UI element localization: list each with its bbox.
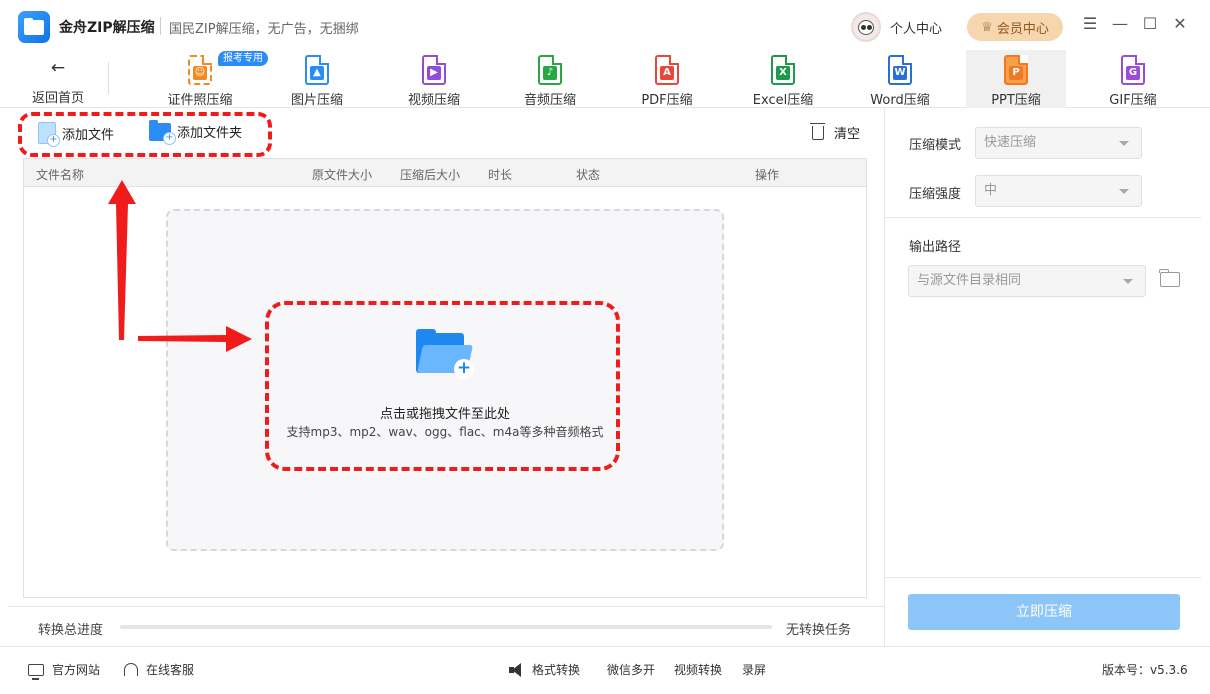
open-folder-icon[interactable] [1159, 269, 1180, 287]
chevron-down-icon [1123, 279, 1133, 284]
column-header: 操作 [755, 168, 780, 182]
tab-ppt-compress[interactable]: P PPT压缩 [966, 50, 1066, 108]
settings-divider [885, 577, 1201, 578]
vip-center-label: 会员中心 [996, 21, 1049, 37]
version-info: 版本号：v5.3.6 [1102, 661, 1188, 678]
column-header: 文件名称 [36, 168, 85, 182]
column-header: 状态 [576, 168, 601, 182]
column-header: 时长 [488, 168, 513, 182]
official-website-link[interactable]: 官方网站 [28, 661, 101, 680]
official-website-label: 官方网站 [52, 663, 101, 677]
clear-button[interactable]: 清空 [809, 122, 860, 142]
id-photo-icon: ☺ [188, 55, 212, 85]
tab-gif-compress[interactable]: G GIF压缩 [1094, 50, 1172, 108]
vip-center-button[interactable]: ♕ 会员中心 [967, 13, 1063, 41]
app-slogan: 国民ZIP解压缩，无广告，无捆绑 [169, 22, 359, 37]
progress-status: 无转换任务 [786, 623, 852, 638]
highlight-add-buttons [18, 112, 272, 157]
footer-link-label: 微信多开 [607, 663, 656, 677]
clear-label: 清空 [833, 127, 860, 142]
progress-label: 转换总进度 [38, 623, 104, 638]
gif-file-icon: G [1121, 55, 1145, 85]
tab-label: Excel压缩 [752, 93, 814, 108]
tab-label: Word压缩 [870, 93, 930, 108]
output-path-label: 输出路径 [909, 240, 962, 255]
tab-excel-compress[interactable]: X Excel压缩 [744, 50, 822, 108]
word-file-icon: W [888, 55, 912, 85]
highlight-drop-target [265, 301, 620, 471]
progress-bar [120, 625, 772, 629]
tab-label: PDF压缩 [641, 93, 693, 108]
tab-label: 音频压缩 [523, 93, 576, 108]
image-file-icon: ▲ [305, 55, 329, 85]
compress-mode-value: 快速压缩 [984, 135, 1037, 150]
settings-divider [885, 217, 1201, 218]
exam-badge: 报考专用 [218, 51, 268, 66]
compress-now-button[interactable]: 立即压缩 [908, 594, 1180, 630]
excel-file-icon: X [771, 55, 795, 85]
column-header: 压缩后大小 [400, 168, 461, 182]
wechat-multi-link[interactable]: 微信多开 [607, 661, 655, 678]
settings-panel: 压缩模式 快速压缩 压缩强度 中 输出路径 与源文件目录相同 立即压缩 [884, 108, 1202, 646]
tab-pdf-compress[interactable]: A PDF压缩 [628, 50, 706, 108]
online-service-link[interactable]: 在线客服 [124, 661, 194, 678]
title-divider [160, 17, 161, 35]
tab-label: 视频压缩 [407, 93, 460, 108]
megaphone-icon [508, 662, 524, 677]
audio-file-icon: ♪ [538, 55, 562, 85]
tool-bar: ← 返回首页 ☺ 证件照压缩 报考专用 ▲ 图片压缩 ▶ 视频压缩 ♪ 音频压缩… [0, 50, 1210, 108]
tab-video-compress[interactable]: ▶ 视频压缩 [395, 50, 473, 108]
tab-image-compress[interactable]: ▲ 图片压缩 [278, 50, 356, 108]
ppt-file-icon: P [1004, 55, 1028, 85]
footer-link-label: 视频转换 [674, 663, 723, 677]
menu-icon[interactable]: ☰ [1080, 14, 1100, 34]
column-header: 原文件大小 [312, 168, 373, 182]
tab-audio-compress[interactable]: ♪ 音频压缩 [511, 50, 589, 108]
back-home-label: 返回首页 [31, 91, 84, 106]
screen-record-link[interactable]: 录屏 [742, 661, 766, 678]
video-file-icon: ▶ [422, 55, 446, 85]
tab-label: PPT压缩 [991, 93, 1041, 108]
pdf-file-icon: A [655, 55, 679, 85]
crown-icon: ♕ [981, 19, 993, 35]
chevron-down-icon [1119, 189, 1129, 194]
tab-label: 图片压缩 [290, 93, 343, 108]
toolbar-divider [108, 62, 109, 94]
footer-bar: 官方网站 在线客服 格式转换 微信多开 视频转换 录屏 版本号：v5.3.6 [0, 646, 1210, 688]
maximize-icon[interactable]: ☐ [1140, 14, 1160, 34]
monitor-icon [28, 663, 44, 680]
output-path-select[interactable]: 与源文件目录相同 [908, 265, 1146, 297]
compress-strength-value: 中 [984, 183, 998, 198]
compress-strength-label: 压缩强度 [909, 187, 962, 202]
compress-mode-label: 压缩模式 [909, 138, 962, 153]
output-path-value: 与源文件目录相同 [917, 273, 1022, 288]
footer-link-label: 格式转换 [532, 663, 581, 677]
trash-icon [809, 122, 825, 140]
tab-label: GIF压缩 [1109, 93, 1157, 108]
footer-link-label: 录屏 [742, 663, 767, 677]
headset-icon [124, 663, 138, 676]
version-label: 版本号：v5.3.6 [1102, 663, 1188, 677]
avatar[interactable] [851, 12, 881, 42]
chevron-down-icon [1119, 141, 1129, 146]
user-center-link[interactable]: 个人中心 [890, 18, 942, 37]
compress-strength-select[interactable]: 中 [975, 175, 1142, 207]
close-icon[interactable]: ✕ [1170, 14, 1190, 34]
progress-row: 转换总进度 无转换任务 [8, 606, 884, 646]
tab-label: 证件照压缩 [167, 93, 233, 108]
compress-mode-select[interactable]: 快速压缩 [975, 127, 1142, 159]
file-list-header: 文件名称 原文件大小 压缩后大小 时长 状态 操作 [24, 159, 866, 187]
format-convert-link[interactable]: 格式转换 [508, 661, 580, 678]
title-bar: 金舟ZIP解压缩 国民ZIP解压缩，无广告，无捆绑 个人中心 ♕ 会员中心 ☰ … [0, 0, 1210, 50]
tab-word-compress[interactable]: W Word压缩 [860, 50, 940, 108]
minimize-icon[interactable]: — [1110, 14, 1130, 34]
back-arrow-icon: ← [50, 58, 66, 78]
app-name: 金舟ZIP解压缩 [59, 20, 155, 36]
back-home-button[interactable]: ← 返回首页 [30, 56, 86, 106]
online-service-label: 在线客服 [146, 663, 195, 677]
app-logo-icon [18, 11, 50, 43]
video-convert-link[interactable]: 视频转换 [674, 661, 722, 678]
